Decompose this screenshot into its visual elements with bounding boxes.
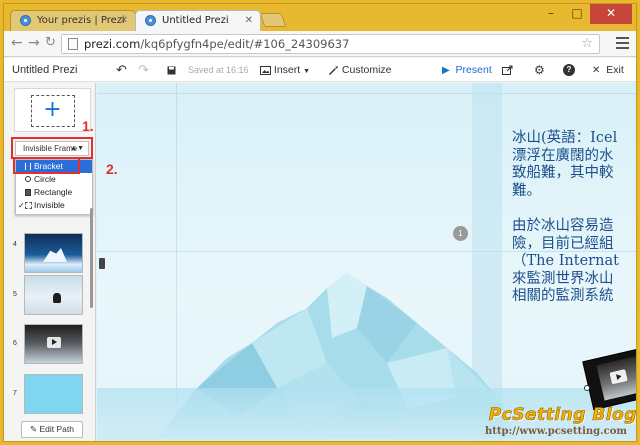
annotation-step-2: 2. — [106, 161, 118, 177]
insert-icon — [260, 65, 271, 75]
forward-arrow-icon[interactable]: → — [28, 34, 40, 52]
collapse-panel-handle[interactable] — [99, 258, 105, 269]
thumbnail-image — [24, 324, 83, 364]
window-controls: – □ ✕ — [538, 4, 632, 24]
tab-title: Untitled Prezi — [162, 15, 229, 26]
chrome-menu-icon[interactable] — [616, 37, 629, 49]
text-line: 來監測世界冰山 — [512, 270, 614, 287]
thumbnail-number: 6 — [13, 340, 17, 347]
customize-label: Customize — [341, 64, 392, 76]
rectangle-icon — [25, 189, 31, 196]
grid-line — [97, 93, 636, 94]
prezi-toolbar: Untitled Prezi ↶ ↷ Saved at 16:16 Insert… — [4, 58, 636, 82]
editor-area: 1 冰山(英語：Icel 漂浮在廣闊的水 致船難，其中較 難。 由於冰山容易造 … — [4, 83, 636, 441]
close-window-button[interactable]: ✕ — [590, 4, 632, 24]
browser-toolbar: ← → ↻ prezi.com/kq6pfygfn4pe/edit/#106_2… — [4, 31, 636, 57]
watermark: PcSetting Blog http://www.pcsetting.com — [437, 405, 636, 437]
customize-icon — [329, 66, 338, 76]
text-line: （The Internat — [512, 253, 619, 269]
dashed-frame-icon — [25, 202, 32, 209]
bookmark-star-icon[interactable]: ☆ — [581, 35, 593, 53]
thumbnail-number: 7 — [13, 390, 17, 397]
thumbnail-number: 4 — [13, 241, 17, 248]
page-icon — [68, 38, 78, 50]
option-label: Invisible — [34, 200, 65, 210]
prezi-favicon-icon — [145, 15, 156, 26]
text-line: 難。 — [512, 182, 541, 199]
play-icon: ▶ — [442, 65, 450, 76]
thumbnail-image — [24, 233, 83, 273]
thumbnail-image — [24, 374, 83, 414]
video-frame[interactable] — [582, 345, 636, 411]
prezi-title[interactable]: Untitled Prezi — [12, 58, 77, 82]
tab-title: Your prezis | Prezi — [37, 15, 125, 26]
pencil-icon: ✎ — [30, 424, 38, 434]
plus-icon: + — [43, 97, 62, 122]
edit-path-label: Edit Path — [39, 424, 75, 434]
tab-your-prezis[interactable]: Your prezis | Prezi ✕ — [10, 10, 136, 31]
text-line: 漂浮在廣闊的水 — [512, 147, 614, 164]
present-label: Present — [455, 64, 492, 76]
watermark-title: PcSetting Blog — [488, 405, 636, 426]
option-label: Rectangle — [34, 187, 73, 197]
close-tab-icon[interactable]: ✕ — [120, 11, 128, 30]
annotation-highlight-2 — [13, 157, 80, 174]
help-icon[interactable]: ? — [563, 64, 575, 76]
thumbnail-image — [24, 275, 83, 315]
text-line: 由於冰山容易造 — [512, 218, 614, 234]
text-line: 險，目前已經組 — [512, 235, 614, 252]
prezi-canvas[interactable]: 1 冰山(英語：Icel 漂浮在廣闊的水 致船難，其中較 難。 由於冰山容易造 … — [97, 83, 636, 441]
frame-option-circle[interactable]: Circle — [16, 173, 92, 186]
exit-label: Exit — [606, 64, 624, 76]
maximize-button[interactable]: □ — [564, 4, 590, 24]
prezi-favicon-icon — [20, 15, 31, 26]
browser-window: Your prezis | Prezi ✕ Untitled Prezi ✕ –… — [3, 3, 637, 442]
gear-icon[interactable]: ⚙ — [534, 58, 545, 82]
circle-icon — [25, 176, 31, 182]
thumbnail-scrollbar[interactable] — [90, 208, 93, 308]
close-icon: ✕ — [592, 65, 601, 76]
annotation-step-1: 1. — [82, 118, 94, 134]
frame-option-invisible[interactable]: ✓ Invisible — [16, 199, 92, 212]
text-line: 冰山(英語：Icel — [512, 130, 618, 146]
left-panel: + Invisible Frame ▲▼ Bracket Circle Rect… — [4, 83, 96, 441]
thumbnail-number: 5 — [13, 291, 17, 298]
url-host: prezi.com — [84, 37, 141, 51]
text-line: 相關的監測系統 — [512, 288, 614, 304]
redo-icon[interactable]: ↷ — [138, 58, 149, 82]
minimize-button[interactable]: – — [538, 4, 564, 24]
back-arrow-icon[interactable]: ← — [11, 34, 23, 52]
option-label: Circle — [34, 174, 56, 184]
selection-handle[interactable] — [584, 385, 590, 391]
insert-caret-icon: ▼ — [303, 68, 311, 75]
saved-status: Saved at 16:16 — [188, 65, 249, 75]
checkmark-icon: ✓ — [18, 201, 25, 210]
path-step-badge[interactable]: 1 — [453, 226, 468, 241]
close-tab-icon[interactable]: ✕ — [245, 11, 253, 30]
reload-icon[interactable]: ↻ — [45, 34, 56, 52]
text-line: 致船難，其中較 — [512, 165, 614, 181]
insert-menu[interactable]: Insert ▼ — [260, 58, 310, 84]
tab-strip: Your prezis | Prezi ✕ Untitled Prezi ✕ –… — [4, 4, 636, 31]
address-bar[interactable]: prezi.com/kq6pfygfn4pe/edit/#106_2430963… — [61, 34, 600, 54]
share-icon[interactable] — [502, 65, 514, 75]
video-play-icon — [47, 337, 61, 348]
tab-untitled-prezi[interactable]: Untitled Prezi ✕ — [135, 10, 261, 31]
iceberg-text-block[interactable]: 冰山(英語：Icel 漂浮在廣闊的水 致船難，其中較 難。 由於冰山容易造 險，… — [512, 130, 636, 306]
add-frame-button[interactable]: + — [14, 88, 91, 132]
customize-button[interactable]: Customize — [328, 58, 392, 82]
insert-label: Insert — [273, 64, 301, 76]
exit-button[interactable]: ✕ Exit — [592, 58, 624, 83]
url-path: /kq6pfygfn4pe/edit/#106_24309637 — [140, 37, 350, 51]
save-icon[interactable] — [167, 66, 176, 75]
edit-path-button[interactable]: ✎ Edit Path — [21, 421, 83, 438]
present-button[interactable]: ▶ Present — [442, 58, 492, 83]
new-tab-button[interactable] — [259, 13, 287, 27]
undo-icon[interactable]: ↶ — [116, 58, 127, 82]
frame-option-rectangle[interactable]: Rectangle — [16, 186, 92, 199]
annotation-highlight-1 — [11, 137, 93, 159]
watermark-url: http://www.pcsetting.com — [485, 426, 627, 437]
